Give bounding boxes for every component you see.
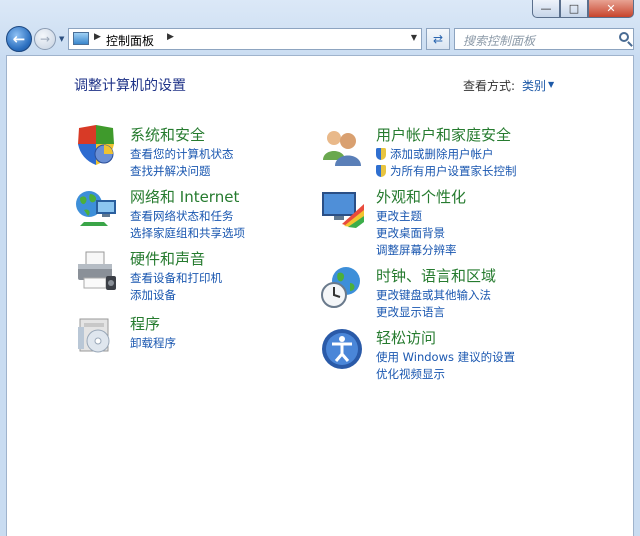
search-input[interactable]: 搜索控制面板	[463, 32, 535, 49]
category-title[interactable]: 程序	[130, 313, 160, 334]
network-globe-icon[interactable]	[74, 186, 118, 230]
close-button[interactable]: ✕	[588, 0, 634, 18]
address-bar[interactable]: ▶ 控制面板 ▶ ▼	[68, 28, 422, 50]
category-title[interactable]: 硬件和声音	[130, 248, 205, 269]
back-button[interactable]: ←	[6, 26, 32, 52]
link-add-remove-users[interactable]: 添加或删除用户帐户	[376, 146, 517, 163]
link-homegroup-sharing[interactable]: 选择家庭组和共享选项	[130, 225, 245, 242]
link-add-device[interactable]: 添加设备	[130, 287, 222, 304]
link-optimize-video[interactable]: 优化视频显示	[376, 366, 515, 383]
main-content: 调整计算机的设置 查看方式: 类别 ▼ 系统和安全 查看您的计算机状态 查找并解…	[6, 55, 634, 536]
link-view-computer-status[interactable]: 查看您的计算机状态	[130, 146, 234, 163]
link-network-status[interactable]: 查看网络状态和任务	[130, 208, 245, 225]
category-title[interactable]: 外观和个性化	[376, 186, 466, 207]
category-title[interactable]: 时钟、语言和区域	[376, 265, 496, 286]
link-keyboard-input[interactable]: 更改键盘或其他输入法	[376, 287, 491, 304]
monitor-palette-icon[interactable]	[320, 186, 364, 230]
breadcrumb-chevron-icon[interactable]: ▶	[167, 32, 174, 42]
category-title[interactable]: 系统和安全	[130, 124, 205, 145]
refresh-button[interactable]: ⇄	[426, 28, 450, 50]
category-title[interactable]: 用户帐户和家庭安全	[376, 124, 511, 145]
link-uninstall-program[interactable]: 卸载程序	[130, 335, 176, 352]
breadcrumb-chevron-icon[interactable]: ▶	[94, 32, 101, 42]
link-desktop-background[interactable]: 更改桌面背景	[376, 225, 457, 242]
breadcrumb-control-panel[interactable]: 控制面板	[106, 32, 154, 49]
uac-shield-icon	[376, 148, 386, 160]
link-display-language[interactable]: 更改显示语言	[376, 304, 491, 321]
control-panel-window: — □ ✕ ← → ▼ ▶ 控制面板 ▶ ▼ ⇄ 搜索控制面板 调整计算机的设置…	[0, 0, 640, 536]
forward-button[interactable]: →	[34, 28, 56, 50]
category-title[interactable]: 轻松访问	[376, 327, 436, 348]
link-parental-controls[interactable]: 为所有用户设置家长控制	[376, 163, 517, 180]
link-label: 为所有用户设置家长控制	[390, 164, 517, 178]
link-troubleshoot[interactable]: 查找并解决问题	[130, 163, 234, 180]
users-icon[interactable]	[320, 124, 364, 168]
printer-icon[interactable]	[74, 248, 118, 292]
address-dropdown-icon[interactable]: ▼	[411, 33, 417, 42]
caption-buttons: — □ ✕	[532, 0, 634, 18]
category-title[interactable]: 网络和 Internet	[130, 186, 239, 207]
recent-pages-dropdown-icon[interactable]: ▼	[59, 35, 64, 43]
shield-icon[interactable]	[74, 124, 118, 168]
link-label: 添加或删除用户帐户	[390, 147, 494, 161]
link-devices-printers[interactable]: 查看设备和打印机	[130, 270, 222, 287]
maximize-button[interactable]: □	[560, 0, 588, 18]
search-box[interactable]: 搜索控制面板	[454, 28, 634, 50]
minimize-button[interactable]: —	[532, 0, 560, 18]
navigation-bar: ← → ▼ ▶ 控制面板 ▶ ▼ ⇄ 搜索控制面板	[6, 26, 634, 52]
clock-globe-icon[interactable]	[320, 265, 364, 309]
programs-icon[interactable]	[74, 313, 118, 357]
ease-of-access-icon[interactable]	[320, 327, 364, 371]
link-screen-resolution[interactable]: 调整屏幕分辨率	[376, 242, 457, 259]
link-change-theme[interactable]: 更改主题	[376, 208, 457, 225]
view-by-label: 查看方式:	[463, 79, 516, 93]
link-windows-recommended-settings[interactable]: 使用 Windows 建议的设置	[376, 349, 515, 366]
page-title: 调整计算机的设置	[74, 78, 186, 94]
chevron-down-icon[interactable]: ▼	[548, 80, 554, 89]
search-icon[interactable]	[619, 32, 629, 42]
control-panel-icon	[73, 32, 89, 45]
uac-shield-icon	[376, 165, 386, 177]
view-by-dropdown[interactable]: 类别	[522, 77, 546, 94]
